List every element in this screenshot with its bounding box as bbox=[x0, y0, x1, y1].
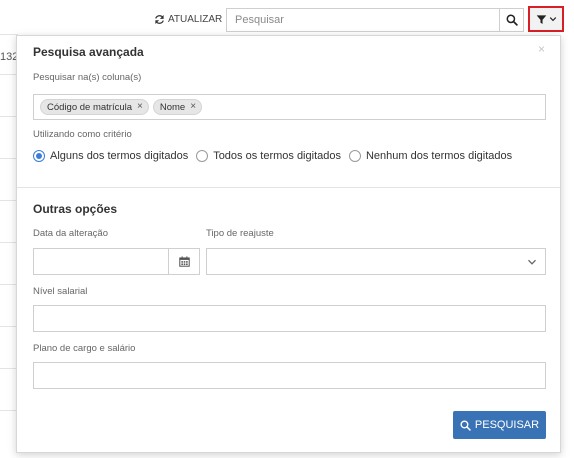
columns-multiselect[interactable]: Código de matrícula × Nome × bbox=[33, 94, 546, 120]
readjust-label: Tipo de reajuste bbox=[206, 228, 274, 239]
remove-tag-icon[interactable]: × bbox=[190, 102, 196, 112]
salary-level-input[interactable] bbox=[33, 305, 546, 332]
search-submit-button[interactable]: PESQUISAR bbox=[453, 411, 546, 439]
search-bar bbox=[226, 8, 524, 32]
criteria-label: Utilizando como critério bbox=[33, 129, 132, 140]
section-divider bbox=[17, 187, 560, 188]
advanced-search-title: Pesquisa avançada bbox=[33, 45, 144, 59]
calendar-icon bbox=[178, 256, 190, 267]
readjust-select[interactable] bbox=[206, 248, 546, 275]
column-tag-label: Código de matrícula bbox=[47, 101, 133, 113]
search-icon bbox=[506, 14, 518, 26]
criteria-option-all[interactable]: Todos os termos digitados bbox=[196, 150, 341, 162]
radio-button[interactable] bbox=[196, 150, 209, 162]
criteria-option-label: Todos os termos digitados bbox=[213, 150, 341, 162]
refresh-icon bbox=[155, 14, 164, 24]
date-label: Data da alteração bbox=[33, 228, 108, 239]
advanced-search-panel: × Pesquisa avançada Pesquisar na(s) colu… bbox=[16, 35, 561, 453]
other-options-title: Outras opções bbox=[33, 202, 118, 216]
filter-toggle-button[interactable] bbox=[528, 6, 564, 32]
columns-label: Pesquisar na(s) coluna(s) bbox=[33, 72, 142, 83]
calendar-button[interactable] bbox=[168, 249, 199, 274]
column-tag: Nome × bbox=[152, 99, 203, 115]
plan-label: Plano de cargo e salário bbox=[33, 343, 136, 354]
date-input[interactable] bbox=[34, 249, 168, 274]
radio-button[interactable] bbox=[33, 150, 45, 162]
salary-level-label: Nível salarial bbox=[33, 286, 88, 297]
chevron-down-icon bbox=[528, 259, 536, 265]
criteria-option-some[interactable]: Alguns dos termos digitados bbox=[33, 150, 188, 162]
search-icon bbox=[460, 419, 471, 431]
column-tag-label: Nome bbox=[159, 101, 186, 113]
column-tag: Código de matrícula × bbox=[40, 99, 149, 115]
plan-input[interactable] bbox=[33, 362, 546, 389]
criteria-option-label: Nenhum dos termos digitados bbox=[365, 150, 513, 162]
remove-tag-icon[interactable]: × bbox=[137, 102, 143, 112]
search-button[interactable] bbox=[499, 9, 523, 31]
refresh-button[interactable]: ATUALIZAR bbox=[154, 12, 222, 26]
date-field bbox=[33, 248, 200, 275]
criteria-option-label: Alguns dos termos digitados bbox=[50, 150, 189, 162]
radio-button[interactable] bbox=[348, 150, 361, 162]
chevron-down-icon bbox=[549, 17, 556, 22]
refresh-label: ATUALIZAR bbox=[168, 13, 223, 25]
criteria-radio-group: Alguns dos termos digitados Todos os ter… bbox=[33, 150, 520, 162]
search-submit-label: PESQUISAR bbox=[474, 419, 540, 431]
criteria-option-none[interactable]: Nenhum dos termos digitados bbox=[348, 150, 513, 162]
close-icon[interactable]: × bbox=[538, 43, 545, 55]
filter-icon bbox=[536, 14, 546, 24]
search-input[interactable] bbox=[227, 9, 499, 31]
